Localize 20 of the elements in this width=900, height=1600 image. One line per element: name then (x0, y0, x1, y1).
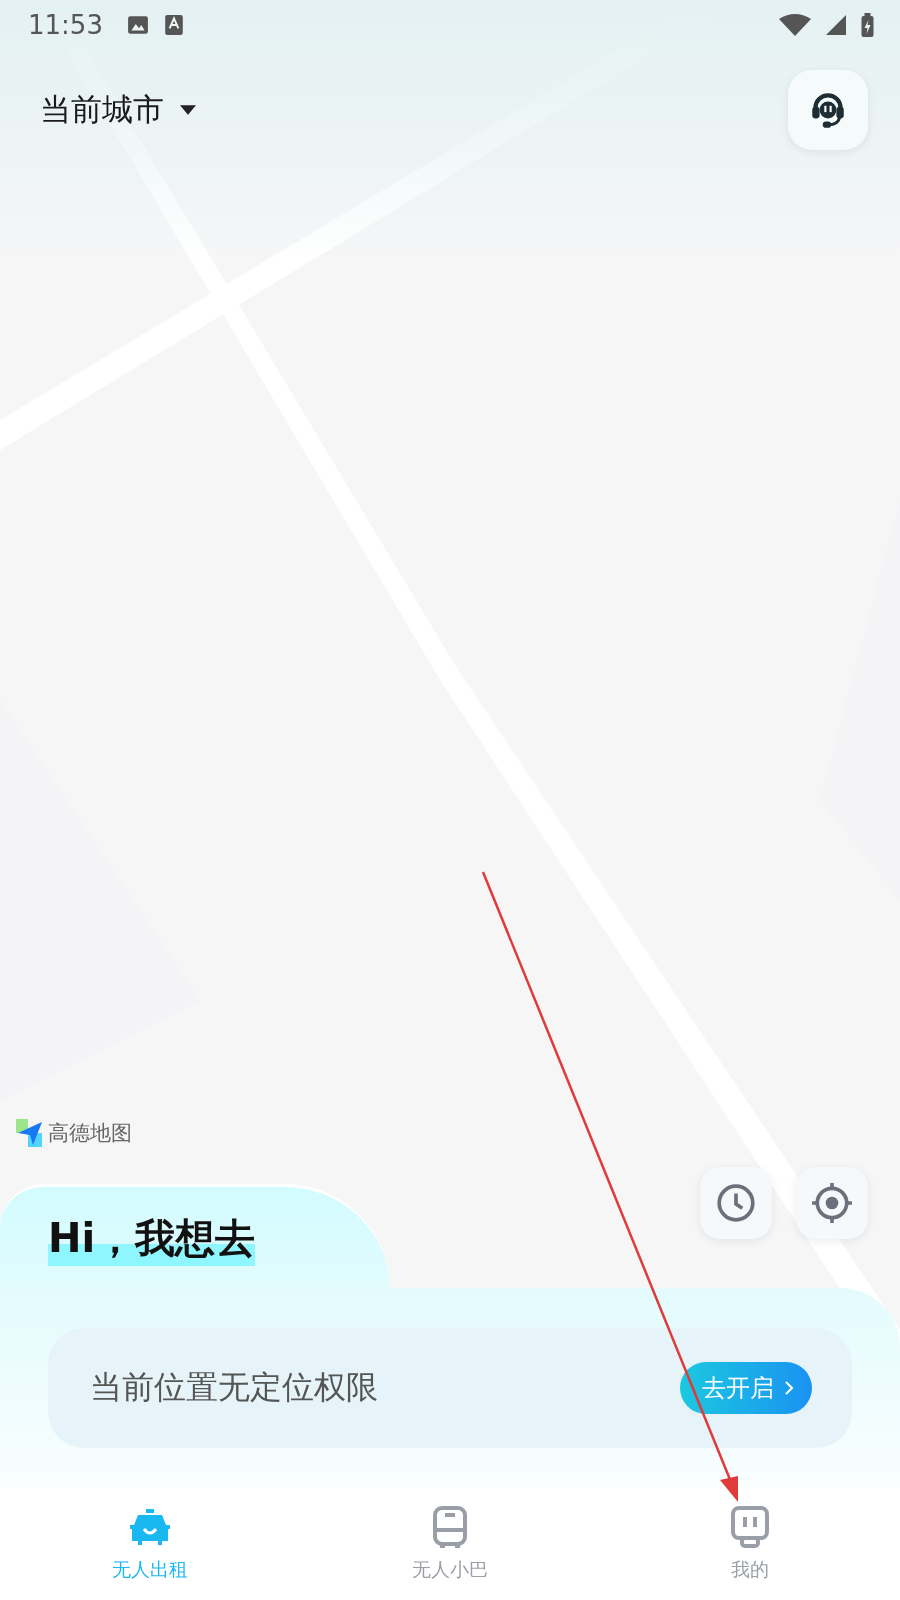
support-button[interactable] (788, 70, 868, 150)
clock-icon (715, 1182, 757, 1224)
history-button[interactable] (700, 1167, 772, 1239)
city-selector[interactable]: 当前城市 (40, 89, 196, 131)
enable-button[interactable]: 去开启 (680, 1362, 812, 1414)
signal-icon (825, 14, 847, 36)
keyboard-icon (162, 14, 185, 36)
nav-tab[interactable]: 我的 (650, 1502, 850, 1584)
map-attribution: 高德地图 (48, 1120, 132, 1147)
caret-icon (180, 105, 196, 115)
location-notice: 当前位置无定位权限 (90, 1367, 378, 1408)
locate-button[interactable] (796, 1167, 868, 1239)
wifi-icon (779, 14, 811, 36)
chevron-icon (784, 1380, 794, 1396)
nav-tab[interactable]: 无人小巴 (350, 1502, 550, 1584)
image-icon (126, 14, 149, 36)
map-logo-icon (16, 1119, 44, 1147)
nav-tab[interactable]: 无人出租 (50, 1502, 250, 1584)
locate-icon (811, 1182, 853, 1224)
status-time: 11:53 (28, 10, 103, 40)
